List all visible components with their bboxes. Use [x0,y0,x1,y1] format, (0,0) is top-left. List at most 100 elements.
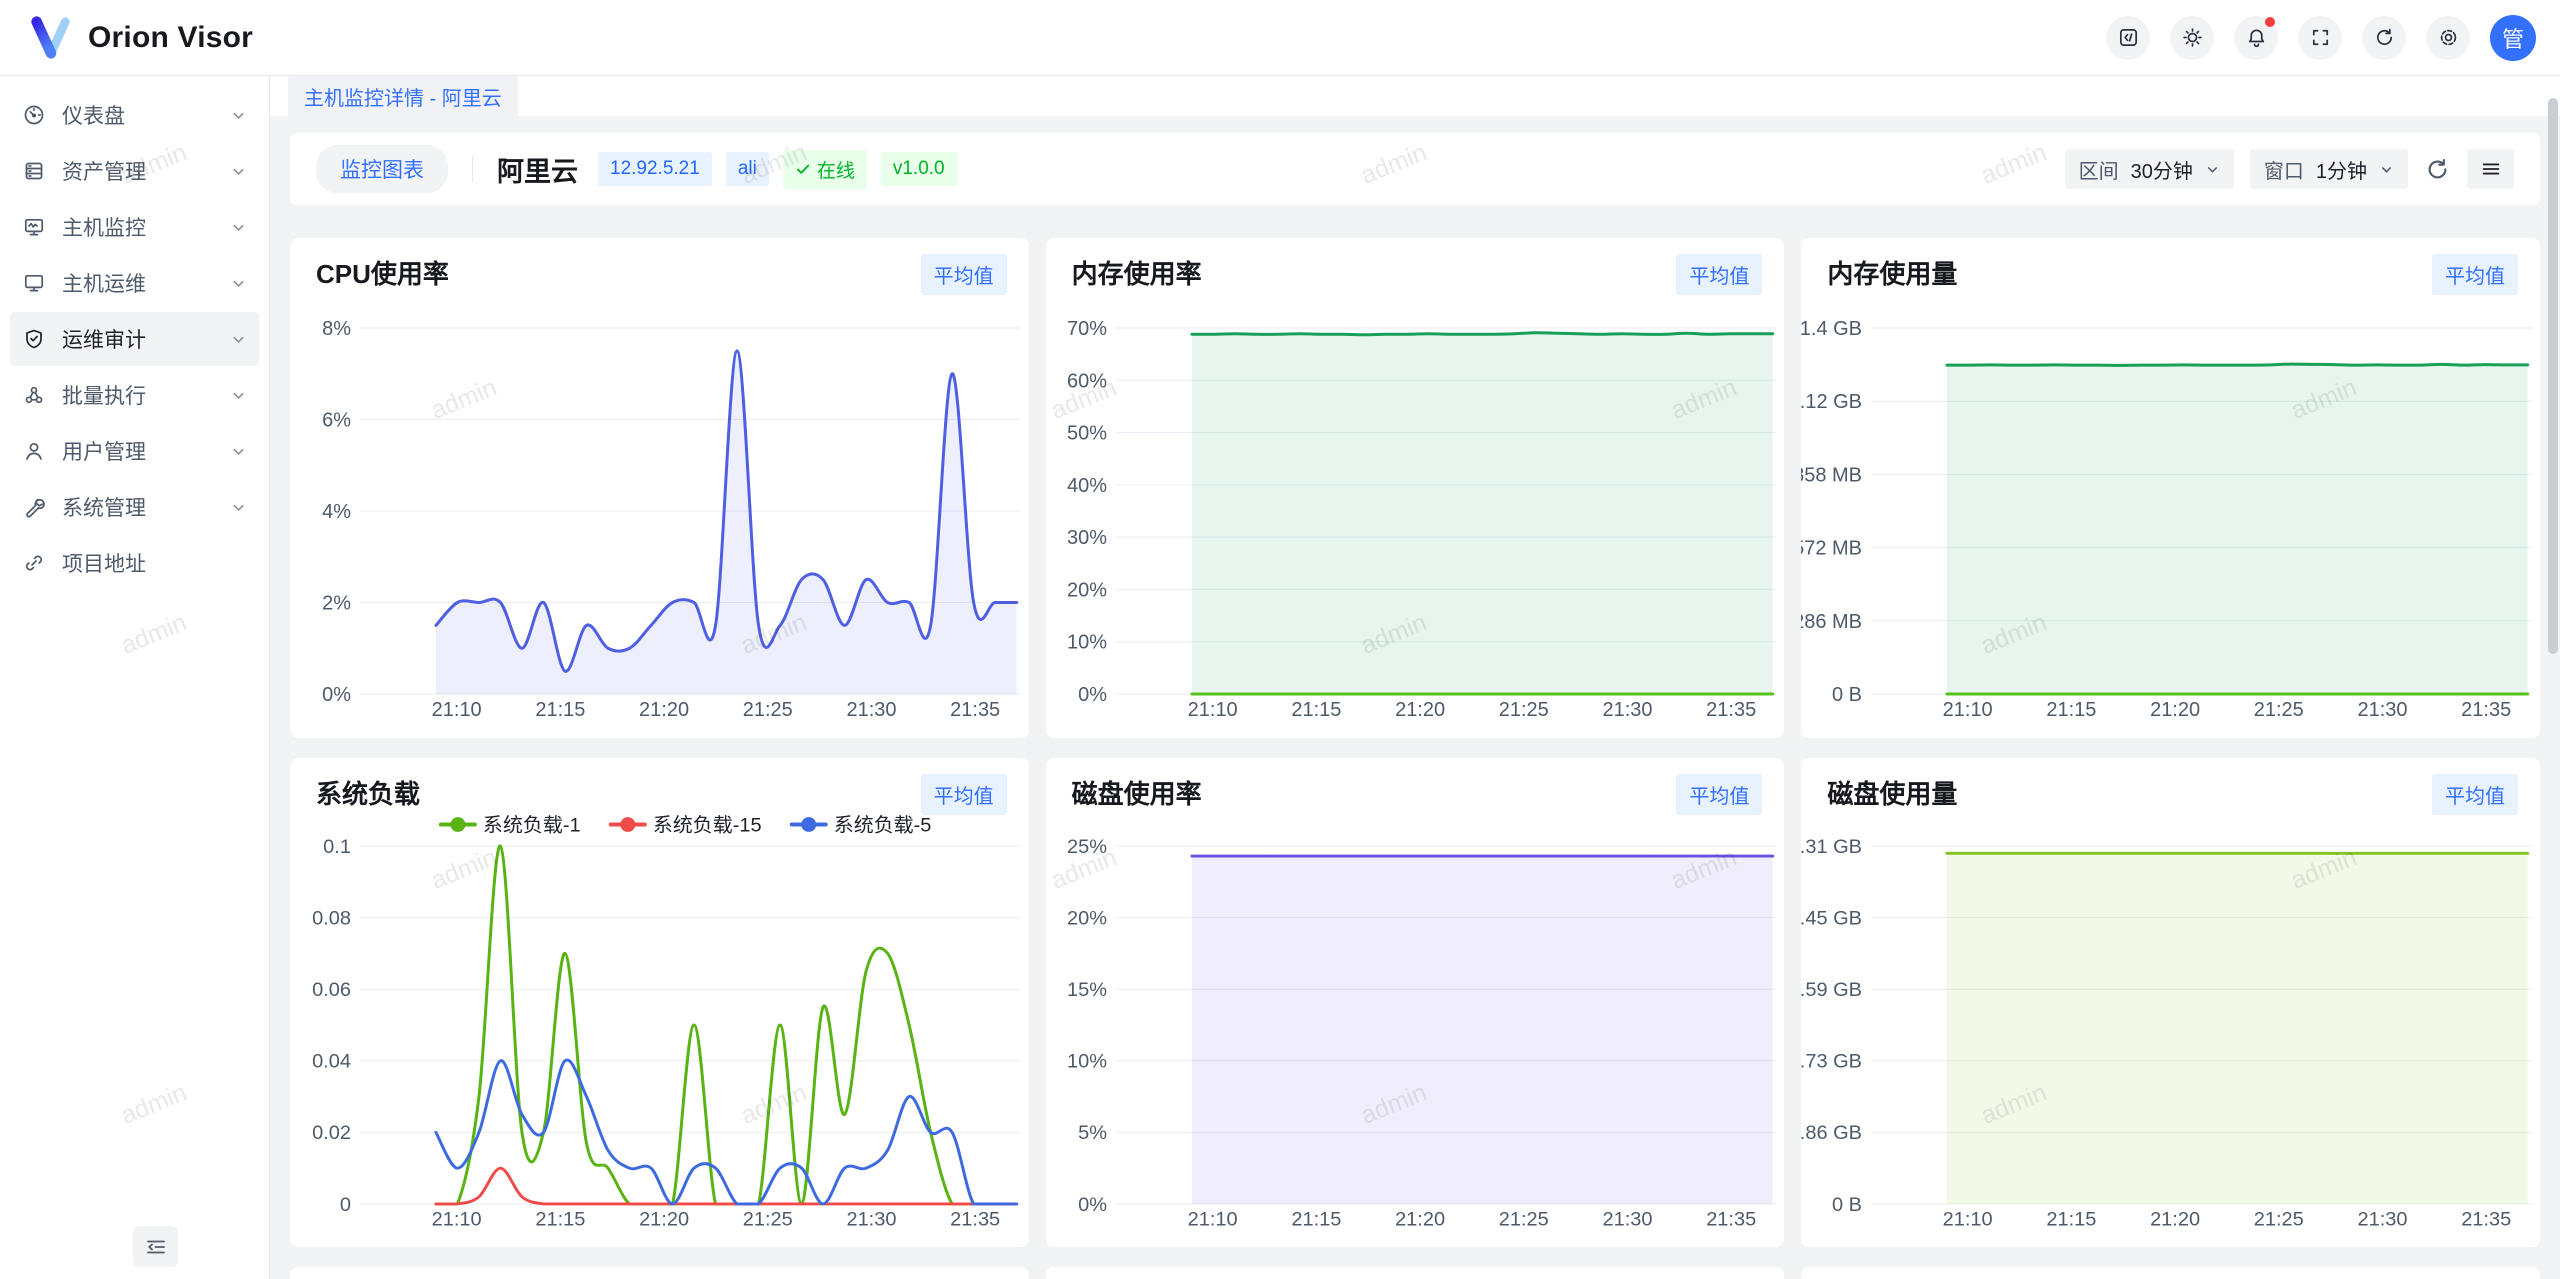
svg-text:21:20: 21:20 [639,699,689,721]
interval-label: 区间 [2079,155,2119,184]
sidebar-item-host-monitoring[interactable]: 主机监控 [10,200,259,254]
svg-text:21:35: 21:35 [950,1209,1000,1231]
svg-text:1.12 GB: 1.12 GB [1801,391,1862,413]
chevron-down-icon [230,443,247,460]
svg-text:21:35: 21:35 [1706,699,1756,721]
fullscreen-icon [2309,26,2332,49]
svg-text:0%: 0% [322,684,351,706]
svg-text:21:35: 21:35 [1706,1209,1756,1231]
svg-text:10%: 10% [1067,632,1107,654]
svg-text:0.04: 0.04 [312,1051,351,1073]
header-actions: 管 [2106,15,2560,61]
settings-button[interactable] [2426,16,2470,60]
toolbar: 监控图表 阿里云 12.92.5.21 ali 在线 v1.0.0 区间 30分… [290,133,2540,205]
gear-icon [2437,26,2460,49]
fullscreen-button[interactable] [2298,16,2342,60]
average-badge: 平均值 [921,774,1007,815]
chevron-down-icon [2205,162,2220,177]
memory-usage-rate-chart: 70%60%50%40%30%20%10%0%21:1021:1521:2021… [1046,238,1785,738]
chevron-down-icon [230,163,247,180]
sidebar-item-project-link[interactable]: 项目地址 [10,536,259,590]
cluster-icon [22,383,46,407]
svg-text:21:10: 21:10 [1943,1209,1993,1231]
svg-text:4%: 4% [322,501,351,523]
sidebar-item-host-ops[interactable]: 主机运维 [10,256,259,310]
sidebar-item-system-management[interactable]: 系统管理 [10,480,259,534]
disk-usage-rate-chart: 25%20%15%10%5%0%21:1021:1521:2021:2521:3… [1046,758,1785,1247]
chart-title: 内存使用量 [1827,254,1957,291]
svg-text:20%: 20% [1067,579,1107,601]
svg-text:系统负载-5: 系统负载-5 [834,815,932,837]
sidebar-item-batch-exec[interactable]: 批量执行 [10,368,259,422]
svg-text:0: 0 [340,1194,351,1216]
sidebar-item-user-management[interactable]: 用户管理 [10,424,259,478]
chevron-down-icon [230,387,247,404]
svg-text:572 MB: 572 MB [1801,538,1862,560]
monitor-chart-tab[interactable]: 监控图表 [316,145,448,193]
svg-text:21:15: 21:15 [535,1209,585,1231]
average-badge: 平均值 [1676,254,1762,295]
sidebar-item-assets[interactable]: 资产管理 [10,144,259,198]
sidebar-item-label: 用户管理 [62,436,230,466]
svg-text:21:10: 21:10 [1187,699,1237,721]
chevron-down-icon [230,107,247,124]
svg-text:21:30: 21:30 [846,699,896,721]
notifications-button[interactable] [2234,16,2278,60]
chart-title: CPU使用率 [316,254,449,291]
average-badge: 平均值 [1676,774,1762,815]
svg-text:0%: 0% [1078,1194,1107,1216]
chart-options-button[interactable] [2467,149,2514,189]
vertical-scrollbar-thumb[interactable] [2548,98,2558,654]
chevron-down-icon [2379,162,2394,177]
sidebar-item-label: 运维审计 [62,324,230,354]
tab-host-monitor-detail[interactable]: 主机监控详情 - 阿里云 [288,75,518,118]
app-header: Orion Visor [0,0,2560,76]
agent-version-tag: v1.0.0 [881,152,957,186]
chart-card-disk-usage-amount: 磁盘使用量 平均值 9.31 GB7.45 GB5.59 GB3.73 GB1.… [1801,758,2540,1247]
refresh-button[interactable] [2362,16,2406,60]
system-load-chart: 0.10.080.060.040.02021:1021:1521:2021:25… [290,758,1029,1247]
sidebar-collapse-button[interactable] [133,1226,178,1267]
chart-card-cpu-usage: CPU使用率 平均值 8%6%4%2%0%21:1021:1521:2021:2… [290,238,1029,738]
svg-text:9.31 GB: 9.31 GB [1801,836,1862,858]
average-badge: 平均值 [2432,774,2518,815]
theme-toggle-button[interactable] [2170,16,2214,60]
sidebar-item-label: 系统管理 [62,492,230,522]
svg-text:21:15: 21:15 [1291,1209,1341,1231]
svg-text:21:10: 21:10 [432,1209,482,1231]
window-select[interactable]: 窗口 1分钟 [2250,149,2408,189]
online-status-tag: 在线 [783,150,867,189]
link-icon [22,551,46,575]
interval-select[interactable]: 区间 30分钟 [2065,149,2234,189]
online-status-text: 在线 [817,156,855,183]
sidebar-item-dashboard[interactable]: 仪表盘 [10,88,259,142]
refresh-charts-button[interactable] [2424,156,2451,183]
svg-text:21:30: 21:30 [1602,1209,1652,1231]
svg-text:70%: 70% [1067,318,1107,340]
svg-text:10%: 10% [1067,1051,1107,1073]
chart-card-system-load: 系统负载 平均值 0.10.080.060.040.02021:1021:152… [290,758,1029,1247]
monitor-pulse-icon [22,215,46,239]
svg-text:21:35: 21:35 [950,699,1000,721]
api-code-button[interactable] [2106,16,2150,60]
monitor-icon [22,271,46,295]
svg-text:21:20: 21:20 [1395,699,1445,721]
svg-text:0%: 0% [1078,684,1107,706]
server-list-icon [22,159,46,183]
svg-text:286 MB: 286 MB [1801,611,1862,633]
user-avatar[interactable]: 管 [2490,15,2536,61]
sidebar-item-ops-audit[interactable]: 运维审计 [10,312,259,366]
chevron-down-icon [230,499,247,516]
svg-text:0.02: 0.02 [312,1122,351,1144]
chevron-down-icon [230,219,247,236]
svg-text:21:35: 21:35 [2462,699,2512,721]
toolbar-divider [472,156,473,182]
chart-card-partial [290,1267,1029,1279]
window-value: 1分钟 [2316,155,2367,184]
chart-card-partial [1046,1267,1785,1279]
main-content: 监控图表 阿里云 12.92.5.21 ali 在线 v1.0.0 区间 30分… [270,116,2560,1279]
sidebar-item-label: 资产管理 [62,156,230,186]
svg-text:21:25: 21:25 [1498,1209,1548,1231]
svg-text:21:20: 21:20 [1395,1209,1445,1231]
svg-text:60%: 60% [1067,370,1107,392]
